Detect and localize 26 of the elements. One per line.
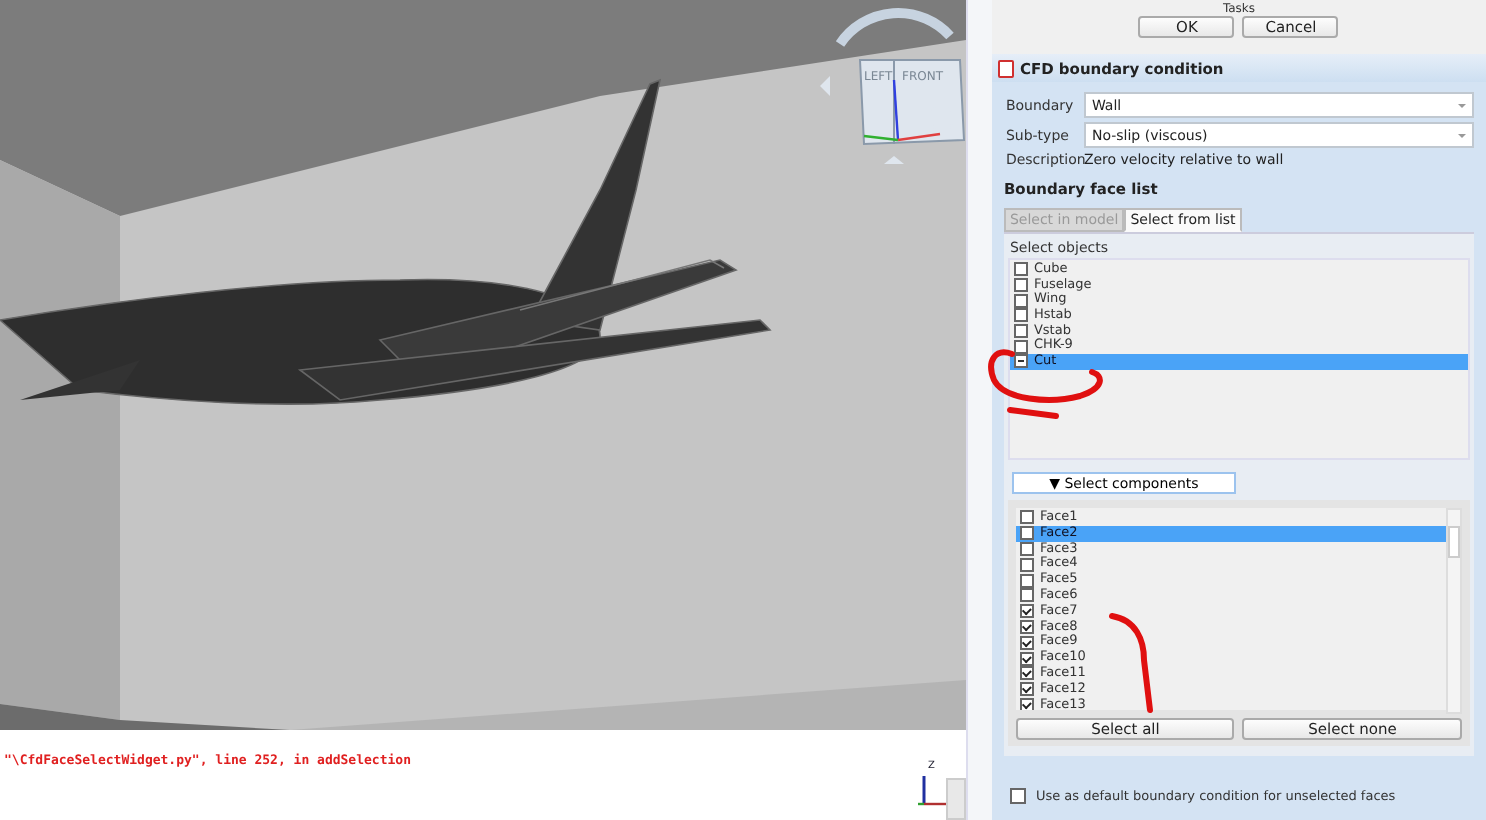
- checkbox[interactable]: [1013, 262, 1028, 277]
- scrollbar[interactable]: [946, 778, 966, 820]
- checkbox[interactable]: [1019, 573, 1034, 588]
- checkbox[interactable]: [1019, 604, 1034, 619]
- annotation-stroke: [1109, 613, 1153, 713]
- app-icon: [997, 59, 1014, 77]
- checkbox[interactable]: [1019, 682, 1034, 697]
- checkbox[interactable]: [1019, 619, 1034, 634]
- checkbox[interactable]: [1013, 324, 1028, 339]
- checkbox[interactable]: [1019, 651, 1034, 666]
- checkbox[interactable]: [1019, 697, 1034, 710]
- checkbox[interactable]: [1019, 635, 1034, 650]
- checkbox[interactable]: [1013, 293, 1028, 308]
- checkbox[interactable]: [1013, 308, 1028, 323]
- checkbox[interactable]: [1019, 526, 1034, 541]
- scrollbar[interactable]: [1446, 508, 1462, 714]
- checkbox[interactable]: [1019, 557, 1034, 572]
- checkbox[interactable]: [1019, 666, 1034, 681]
- checkbox[interactable]: [1019, 588, 1034, 603]
- checkbox[interactable]: [1019, 510, 1034, 525]
- checkbox[interactable]: [1013, 354, 1028, 369]
- caret-icon: [1458, 103, 1466, 107]
- caret-icon: [1458, 133, 1466, 137]
- checkbox[interactable]: [1013, 339, 1028, 354]
- checkbox[interactable]: [1013, 278, 1028, 293]
- checkbox[interactable]: [1009, 788, 1026, 804]
